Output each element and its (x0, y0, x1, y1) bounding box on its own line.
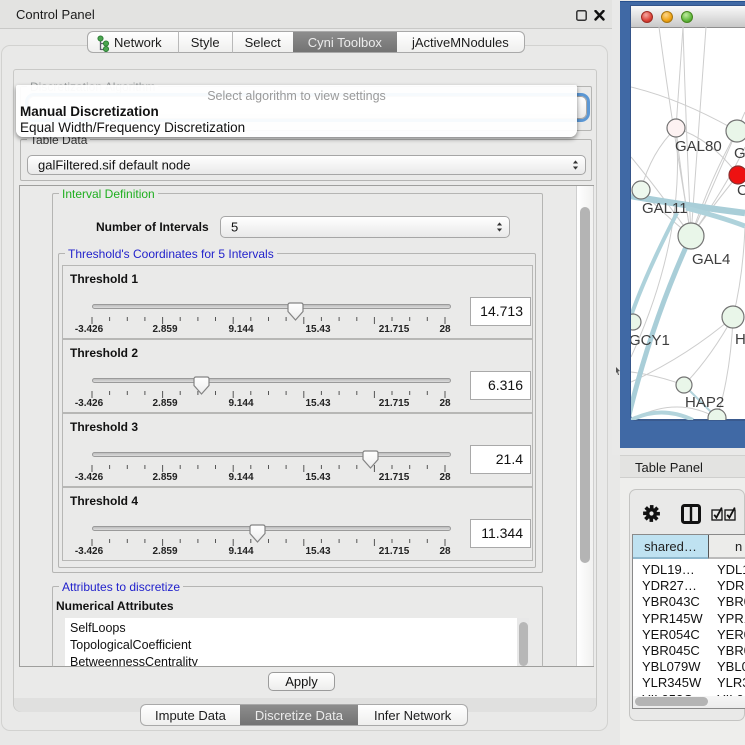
svg-text:GAL11: GAL11 (642, 200, 688, 217)
svg-text:C: C (737, 182, 745, 199)
svg-text:G.: G. (734, 145, 745, 162)
svg-text:GAL4: GAL4 (692, 251, 730, 268)
svg-text:HAP2: HAP2 (685, 394, 724, 411)
svg-text:GAL80: GAL80 (675, 138, 722, 155)
svg-text:H: H (735, 331, 745, 348)
svg-text:GCY1: GCY1 (631, 332, 670, 349)
